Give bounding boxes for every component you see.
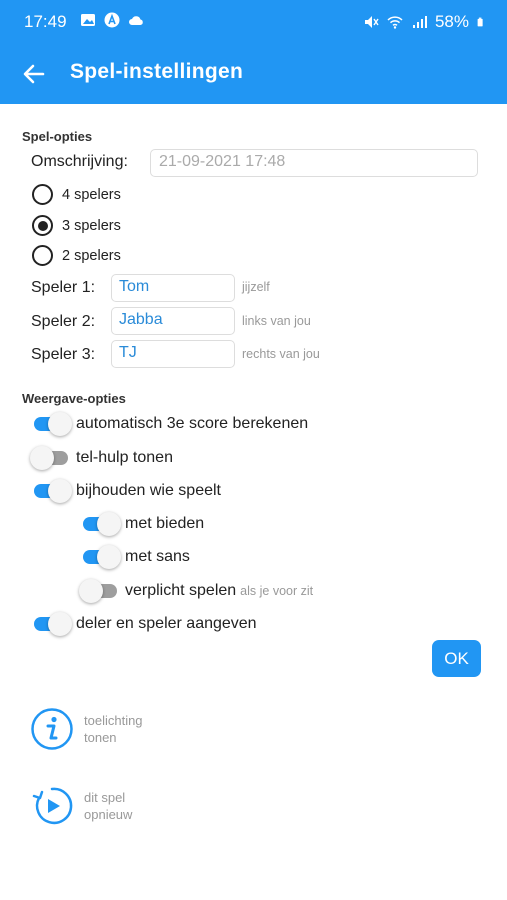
battery-icon (477, 17, 483, 27)
status-notification-icons (80, 12, 144, 28)
radio-2-players[interactable]: 2 spelers (32, 245, 121, 266)
toggle-row-count-help[interactable]: tel-hulp tonen (30, 446, 173, 470)
toggle-label: tel-hulp tonen (76, 449, 173, 466)
description-label: Omschrijving: (31, 153, 128, 170)
info-icon (31, 708, 73, 750)
mute-icon (364, 16, 379, 28)
ok-button[interactable]: OK (432, 640, 481, 677)
toggle-row-mandatory-play[interactable]: verplicht spelen als je voor zit (79, 579, 314, 603)
info-action-label: toelichting tonen (84, 713, 143, 745)
radio-button[interactable] (32, 245, 53, 266)
app-bar: Spel-instellingen (0, 44, 507, 104)
toggle-switch-on[interactable] (81, 545, 121, 569)
player-1-hint: jijzelf (242, 280, 270, 294)
toggle-switch-on[interactable] (81, 512, 121, 536)
player-2-label: Speler 2: (31, 313, 96, 330)
toggle-switch-on[interactable] (32, 612, 72, 636)
radio-label: 2 spelers (62, 247, 121, 264)
wifi-icon (387, 16, 403, 29)
battery-percentage: 58% (434, 12, 469, 31)
restart-action[interactable]: dit spel opnieuw (30, 784, 132, 828)
signal-icon (412, 16, 427, 28)
cloud-icon (129, 16, 143, 25)
radio-label: 4 spelers (62, 186, 121, 203)
toggle-switch-on[interactable] (32, 412, 72, 436)
status-system-icons: 58% (363, 12, 487, 32)
toggle-row-sans[interactable]: met sans (81, 545, 190, 569)
toggle-row-track-player[interactable]: bijhouden wie speelt (32, 479, 221, 503)
toggle-hint: als je voor zit (240, 584, 314, 598)
restart-play-icon (32, 787, 73, 825)
toggle-switch-off[interactable] (79, 579, 121, 603)
radio-button[interactable] (32, 184, 53, 205)
radio-4-players[interactable]: 4 spelers (32, 184, 121, 205)
toggle-label: met sans (125, 548, 190, 565)
description-input[interactable]: 21-09-2021 17:48 (150, 149, 478, 177)
player-3-input[interactable]: TJ (111, 340, 235, 368)
toggle-row-dealer-player[interactable]: deler en speler aangeven (32, 612, 257, 636)
back-arrow-icon[interactable] (18, 58, 50, 90)
player-2-input[interactable]: Jabba (111, 307, 235, 335)
toggle-switch-off[interactable] (30, 446, 72, 470)
player-3-hint: rechts van jou (242, 347, 320, 361)
player-2-hint: links van jou (242, 314, 311, 328)
toggle-label: verplicht spelen (125, 582, 237, 599)
toggle-label: deler en speler aangeven (76, 615, 257, 632)
page-title: Spel-instellingen (70, 60, 244, 83)
toggle-label: automatisch 3e score berekenen (76, 415, 309, 432)
player-3-label: Speler 3: (31, 346, 96, 363)
gallery-icon (81, 14, 95, 26)
radio-3-players[interactable]: 3 spelers (32, 215, 121, 236)
player-1-label: Speler 1: (31, 279, 96, 296)
toggle-switch-on[interactable] (32, 479, 72, 503)
restart-action-label: dit spel opnieuw (84, 790, 133, 822)
toggle-label: met bieden (125, 515, 205, 532)
status-bar: 17:49 58% (0, 0, 507, 44)
player-1-input[interactable]: Tom (111, 274, 235, 302)
info-action[interactable]: toelichting tonen (30, 707, 143, 751)
section-title-display-options: Weergave-opties (22, 391, 126, 406)
section-title-game-options: Spel-opties (22, 129, 93, 144)
app-a-icon (104, 12, 120, 28)
toggle-row-auto-score[interactable]: automatisch 3e score berekenen (32, 412, 308, 436)
status-time: 17:49 (24, 12, 67, 31)
toggle-row-bidding[interactable]: met bieden (81, 512, 204, 536)
radio-button-selected[interactable] (32, 215, 53, 236)
toggle-label: bijhouden wie speelt (76, 482, 221, 499)
radio-label: 3 spelers (62, 217, 121, 234)
